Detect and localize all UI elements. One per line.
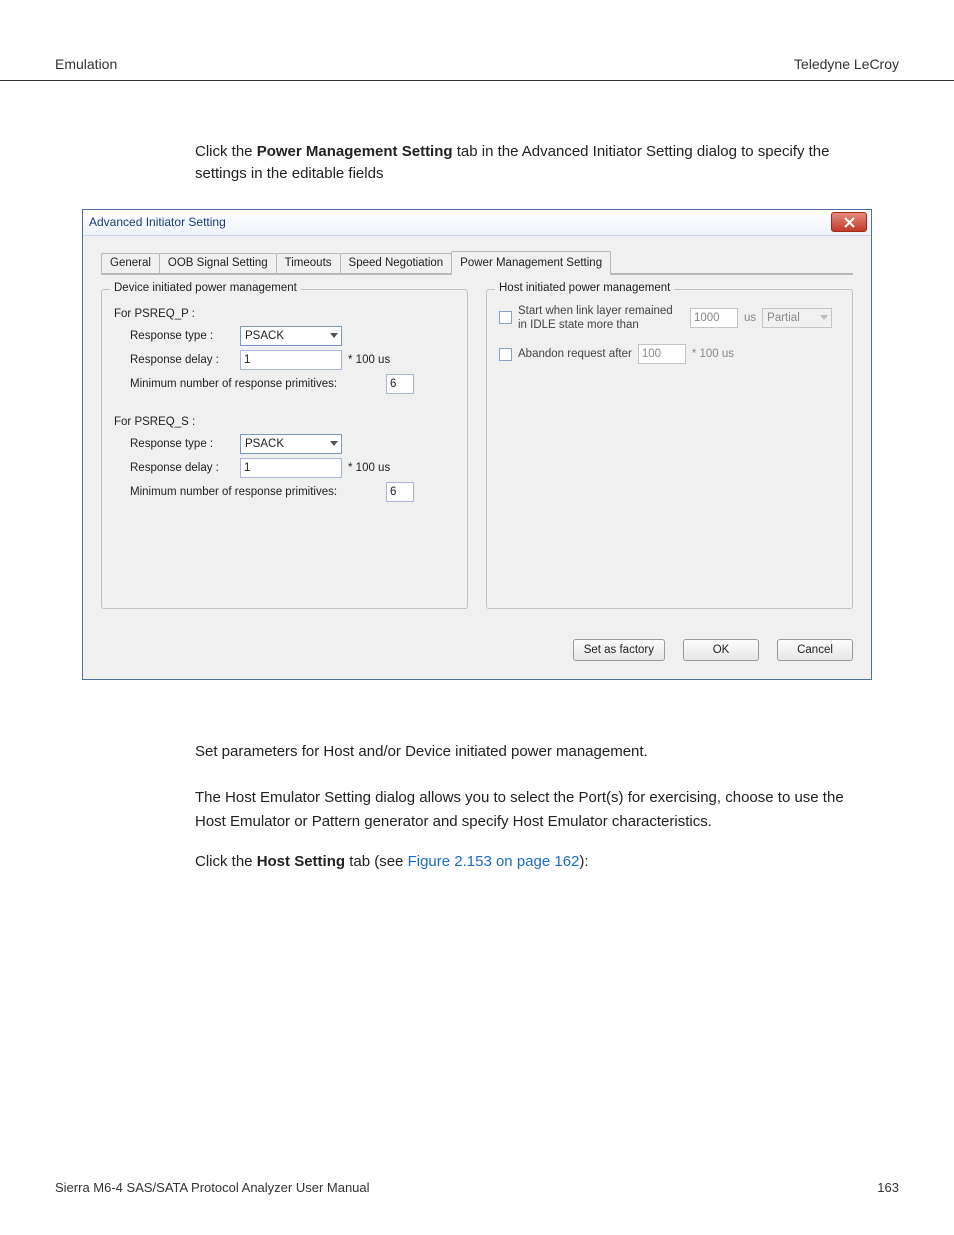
post-paragraph-1: Set parameters for Host and/or Device in… bbox=[195, 740, 875, 764]
psreq-s-response-type-value: PSACK bbox=[245, 438, 284, 450]
start-idle-mode-select[interactable]: Partial bbox=[762, 308, 832, 328]
chevron-down-icon bbox=[820, 315, 828, 320]
footer-left: Sierra M6-4 SAS/SATA Protocol Analyzer U… bbox=[55, 1180, 370, 1195]
start-idle-mode-value: Partial bbox=[767, 312, 800, 324]
psreq-s-response-delay-input[interactable]: 1 bbox=[240, 458, 342, 478]
abandon-request-checkbox[interactable] bbox=[499, 348, 512, 361]
p3-mid: tab (see bbox=[345, 853, 408, 870]
tab-timeouts[interactable]: Timeouts bbox=[276, 253, 341, 274]
chevron-down-icon bbox=[330, 441, 338, 446]
dialog-titlebar: Advanced Initiator Setting bbox=[83, 210, 871, 236]
start-idle-units: us bbox=[744, 312, 756, 324]
cancel-button[interactable]: Cancel bbox=[777, 639, 853, 661]
abandon-request-label: Abandon request after bbox=[518, 347, 632, 361]
abandon-request-units: * 100 us bbox=[692, 348, 734, 360]
chevron-down-icon bbox=[330, 333, 338, 338]
post-paragraph-3: Click the Host Setting tab (see Figure 2… bbox=[195, 850, 875, 874]
psreq-p-response-delay-label: Response delay : bbox=[130, 354, 234, 366]
intro-paragraph: Click the Power Management Setting tab i… bbox=[195, 141, 835, 185]
psreq-s-header: For PSREQ_S : bbox=[114, 416, 455, 428]
psreq-s-response-type-select[interactable]: PSACK bbox=[240, 434, 342, 454]
page-number: 163 bbox=[877, 1180, 899, 1195]
p3-pre: Click the bbox=[195, 853, 257, 870]
tab-speed-negotiation[interactable]: Speed Negotiation bbox=[340, 253, 453, 274]
p3-post: ): bbox=[579, 853, 588, 870]
post-paragraph-2: The Host Emulator Setting dialog allows … bbox=[195, 786, 875, 834]
dialog-title: Advanced Initiator Setting bbox=[89, 215, 226, 229]
psreq-p-response-type-select[interactable]: PSACK bbox=[240, 326, 342, 346]
psreq-s-response-delay-units: * 100 us bbox=[348, 462, 390, 474]
psreq-p-response-delay-units: * 100 us bbox=[348, 354, 390, 366]
close-icon bbox=[844, 217, 855, 228]
ok-button[interactable]: OK bbox=[683, 639, 759, 661]
close-button[interactable] bbox=[831, 212, 867, 232]
host-initiated-groupbox: Host initiated power management Start wh… bbox=[486, 289, 853, 609]
psreq-p-header: For PSREQ_P : bbox=[114, 308, 455, 320]
abandon-request-value-input[interactable]: 100 bbox=[638, 344, 686, 364]
device-group-legend: Device initiated power management bbox=[110, 282, 301, 294]
start-idle-label: Start when link layer remained in IDLE s… bbox=[518, 304, 684, 333]
intro-pre: Click the bbox=[195, 143, 257, 160]
set-as-factory-button[interactable]: Set as factory bbox=[573, 639, 665, 661]
psreq-p-response-type-value: PSACK bbox=[245, 330, 284, 342]
psreq-p-response-delay-input[interactable]: 1 bbox=[240, 350, 342, 370]
figure-link[interactable]: Figure 2.153 on page 162 bbox=[408, 853, 580, 870]
start-idle-value-input[interactable]: 1000 bbox=[690, 308, 738, 328]
psreq-s-response-type-label: Response type : bbox=[130, 438, 234, 450]
tab-general[interactable]: General bbox=[101, 253, 160, 274]
psreq-p-min-primitives-input[interactable]: 6 bbox=[386, 374, 414, 394]
psreq-p-min-primitives-label: Minimum number of response primitives: bbox=[130, 378, 380, 390]
psreq-s-response-delay-label: Response delay : bbox=[130, 462, 234, 474]
tab-oob-signal-setting[interactable]: OOB Signal Setting bbox=[159, 253, 277, 274]
p3-bold: Host Setting bbox=[257, 853, 345, 870]
tab-power-management-setting[interactable]: Power Management Setting bbox=[451, 251, 611, 275]
intro-bold: Power Management Setting bbox=[257, 143, 453, 160]
device-initiated-groupbox: Device initiated power management For PS… bbox=[101, 289, 468, 609]
host-group-legend: Host initiated power management bbox=[495, 282, 674, 294]
page-header-right: Teledyne LeCroy bbox=[794, 56, 899, 72]
start-idle-checkbox[interactable] bbox=[499, 311, 512, 324]
advanced-initiator-setting-dialog: Advanced Initiator Setting General OOB S… bbox=[82, 209, 872, 680]
page-header-left: Emulation bbox=[55, 56, 117, 72]
psreq-p-response-type-label: Response type : bbox=[130, 330, 234, 342]
psreq-s-min-primitives-label: Minimum number of response primitives: bbox=[130, 486, 380, 498]
dialog-tabs: General OOB Signal Setting Timeouts Spee… bbox=[101, 250, 853, 274]
psreq-s-min-primitives-input[interactable]: 6 bbox=[386, 482, 414, 502]
